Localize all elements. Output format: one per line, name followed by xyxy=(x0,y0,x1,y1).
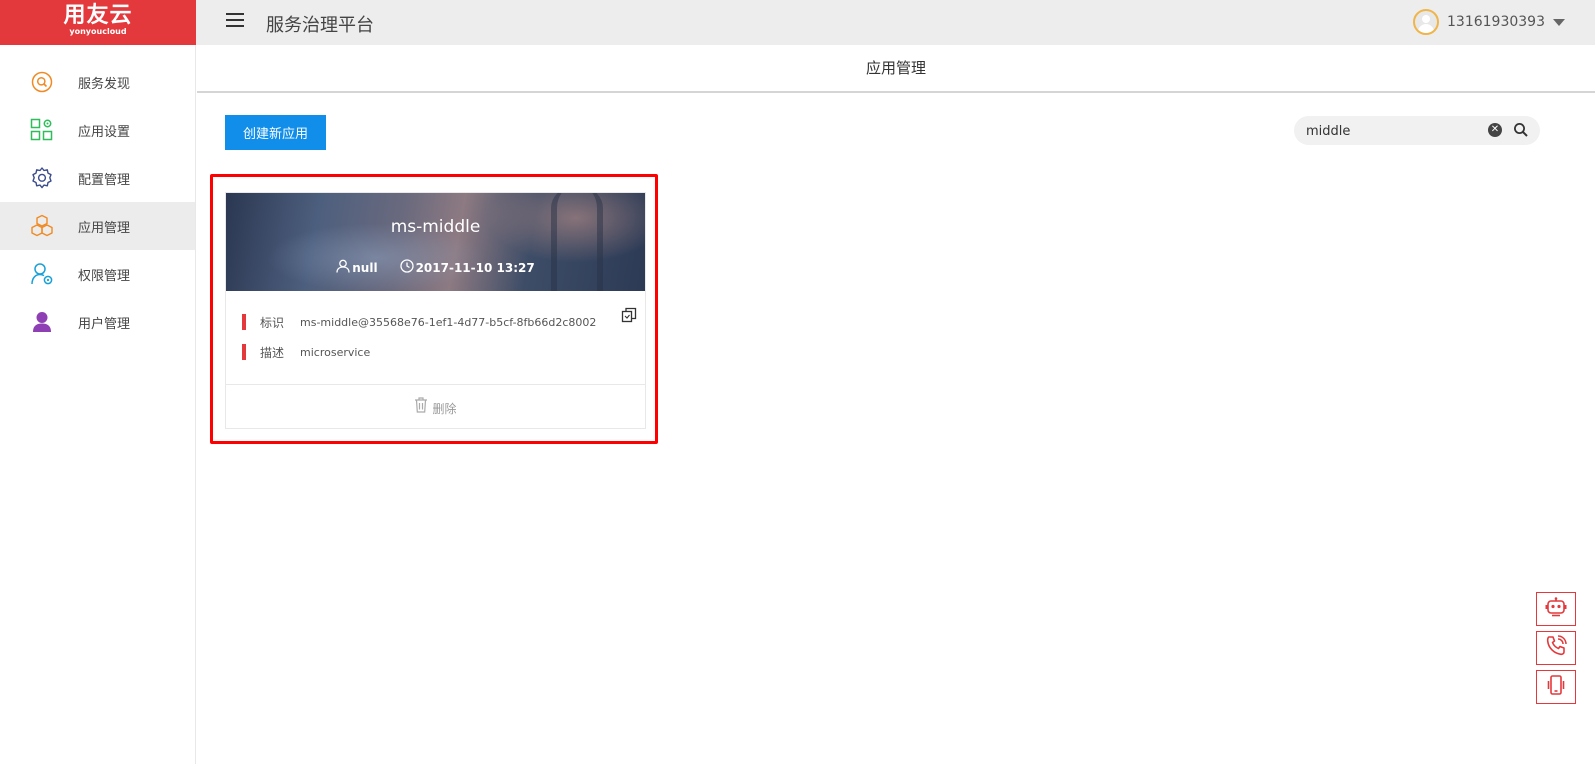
create-app-button[interactable]: 创建新应用 xyxy=(225,115,326,150)
app-id-label: 标识 xyxy=(260,315,285,330)
sidebar-item-label: 应用设置 xyxy=(78,124,131,140)
search-circle-icon xyxy=(30,70,54,94)
app-owner: null xyxy=(336,259,378,276)
sidebar-item-app-settings[interactable]: 应用设置 xyxy=(0,106,195,154)
avatar xyxy=(1413,9,1440,35)
sidebar-item-label: 服务发现 xyxy=(78,76,131,92)
app-desc-value: microservice xyxy=(300,345,371,359)
cubes-icon xyxy=(30,214,54,238)
phone-contact-button[interactable] xyxy=(1536,631,1576,665)
brand-logo: 用友云 yonyoucloud xyxy=(0,0,196,45)
robot-icon xyxy=(1545,597,1567,621)
sidebar-item-label: 应用管理 xyxy=(78,220,131,236)
sidebar: 服务发现 应用设置 配置管理 应用管理 权限管理 用户管理 xyxy=(0,45,196,764)
sidebar-item-app-management[interactable]: 应用管理 xyxy=(0,202,195,250)
top-bar: 服务治理平台 13161930393 xyxy=(196,0,1595,45)
app-owner-value: null xyxy=(352,260,378,275)
sidebar-item-config[interactable]: 配置管理 xyxy=(0,154,195,202)
mobile-icon xyxy=(1545,674,1567,700)
trash-icon xyxy=(414,396,428,417)
user-menu[interactable]: 13161930393 xyxy=(1413,7,1565,37)
accent-bar xyxy=(242,314,246,330)
copy-icon[interactable] xyxy=(621,307,637,323)
delete-label: 删除 xyxy=(432,402,457,416)
page-title: 应用管理 xyxy=(197,45,1595,93)
accent-bar xyxy=(242,344,246,360)
app-name: ms-middle xyxy=(390,217,481,237)
robot-assistant-button[interactable] xyxy=(1536,592,1576,626)
caret-down-icon[interactable] xyxy=(1553,18,1565,26)
grid-gear-icon xyxy=(30,118,54,142)
user-icon xyxy=(30,310,54,334)
app-desc-label: 描述 xyxy=(260,345,285,360)
sidebar-item-label: 用户管理 xyxy=(78,316,131,332)
app-created: 2017-11-10 13:27 xyxy=(399,259,535,276)
logo-subtext: yonyoucloud xyxy=(69,27,127,36)
user-outline-icon xyxy=(336,259,352,276)
search-icon[interactable] xyxy=(1513,122,1529,138)
gear-icon xyxy=(30,166,54,190)
clock-icon xyxy=(399,259,416,276)
sidebar-item-users[interactable]: 用户管理 xyxy=(0,298,195,346)
search-box: ✕ xyxy=(1294,116,1540,145)
search-input[interactable] xyxy=(1306,121,1476,141)
mobile-app-button[interactable] xyxy=(1536,670,1576,704)
delete-app-button[interactable]: 删除 xyxy=(226,385,645,428)
sidebar-item-label: 权限管理 xyxy=(78,268,131,284)
app-created-value: 2017-11-10 13:27 xyxy=(415,260,535,275)
sidebar-item-permissions[interactable]: 权限管理 xyxy=(0,250,195,298)
logo-text: 用友云 xyxy=(63,3,133,28)
sidebar-item-service-discovery[interactable]: 服务发现 xyxy=(0,58,195,106)
app-meta: null 2017-11-10 13:27 xyxy=(226,259,645,276)
app-desc-row: 描述 microservice xyxy=(242,344,370,360)
card-banner: ms-middle null 2017-11-10 13:27 xyxy=(226,193,645,291)
app-card[interactable]: ms-middle null 2017-11-10 13:27 标识 ms-mi… xyxy=(225,192,646,429)
app-id-value: ms-middle@35568e76-1ef1-4d77-b5cf-8fb66d… xyxy=(300,315,597,329)
phone-icon xyxy=(1545,635,1567,661)
app-id-row: 标识 ms-middle@35568e76-1ef1-4d77-b5cf-8fb… xyxy=(242,314,596,330)
sidebar-item-label: 配置管理 xyxy=(78,172,131,188)
hamburger-menu-icon[interactable] xyxy=(226,13,244,29)
username: 13161930393 xyxy=(1447,14,1545,30)
clear-search-icon[interactable]: ✕ xyxy=(1488,123,1502,137)
platform-title: 服务治理平台 xyxy=(266,15,374,36)
user-gear-icon xyxy=(30,262,54,286)
